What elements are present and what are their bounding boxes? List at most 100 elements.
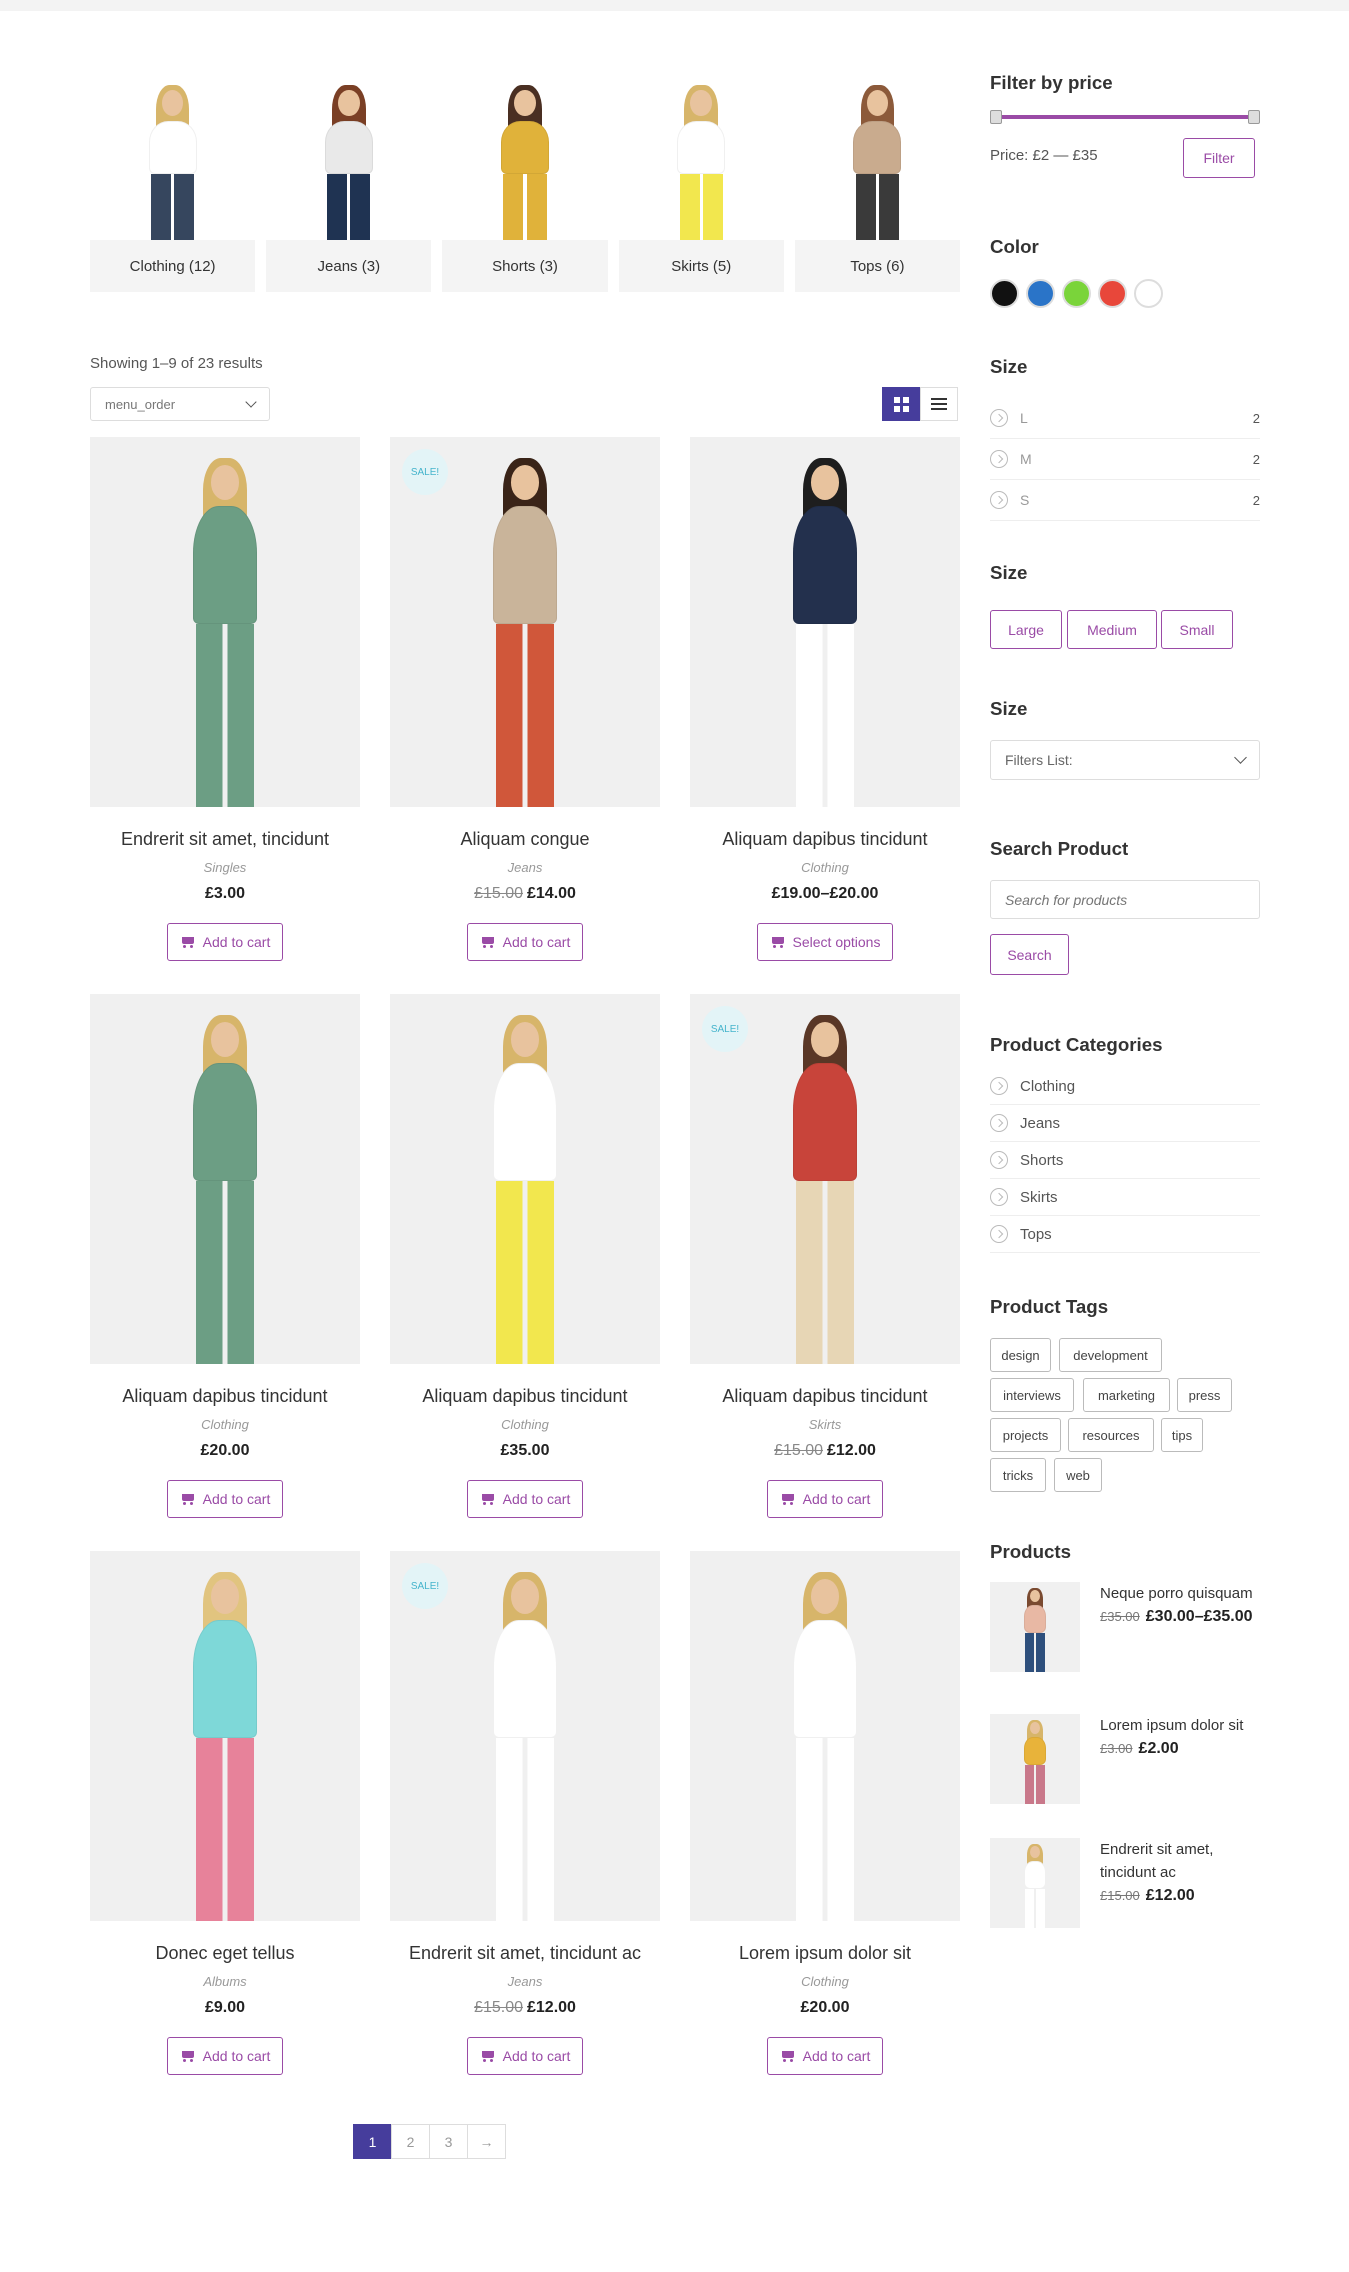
product-title[interactable]: Donec eget tellus [90,1943,360,1964]
old-price: £3.00 [1100,1741,1133,1756]
tag-marketing[interactable]: marketing [1083,1378,1170,1412]
tag-development[interactable]: development [1059,1338,1162,1372]
filter-button[interactable]: Filter [1183,138,1255,178]
grid-icon [893,396,909,412]
product-image[interactable]: SALE! [390,437,660,807]
add-to-cart-button[interactable]: Add to cart [466,1480,584,1518]
page-2-button[interactable]: 2 [391,2124,430,2159]
product-title[interactable]: Endrerit sit amet, tincidunt ac [390,1943,660,1964]
tag-press[interactable]: press [1177,1378,1232,1412]
next-page-button[interactable]: → [467,2124,506,2159]
search-button[interactable]: Search [990,934,1069,975]
tag-tricks[interactable]: tricks [990,1458,1046,1492]
price-slider-min-handle[interactable] [990,110,1002,124]
list-icon [931,395,947,413]
product-card: Donec eget tellus Albums £9.00 Add to cart [90,1551,360,2108]
category-image [794,74,961,240]
product-category-link[interactable]: Shorts [990,1142,1260,1179]
size-button-small[interactable]: Small [1161,610,1233,649]
sidebar-product-title[interactable]: Neque porro quisquam [1100,1582,1260,1605]
product-image[interactable] [90,1551,360,1921]
category-tile-clothing[interactable]: Clothing (12) [90,74,256,292]
add-to-cart-button[interactable]: Add to cart [166,2037,284,2075]
product-title[interactable]: Aliquam dapibus tincidunt [690,1386,960,1407]
size-button-large[interactable]: Large [990,610,1062,649]
sidebar-product-thumb[interactable] [990,1582,1080,1672]
size-filter-item[interactable]: L2 [990,398,1260,439]
add-to-cart-button[interactable]: Add to cart [166,923,284,961]
color-swatch[interactable] [1134,279,1163,308]
page-1-button[interactable]: 1 [353,2124,392,2159]
price-slider[interactable] [990,110,1260,124]
sidebar-product-thumb[interactable] [990,1838,1080,1928]
product-image[interactable] [690,1551,960,1921]
product-category-link[interactable]: Jeans [990,1105,1260,1142]
product-card: SALE! Aliquam congue Jeans £15.00 £14.00 Add … [390,437,660,994]
add-to-cart-button[interactable]: Add to cart [466,923,584,961]
product-category-link[interactable]: Clothing [990,1068,1260,1105]
category-tile-skirts[interactable]: Skirts (5) [618,74,784,292]
sidebar-product-title[interactable]: Lorem ipsum dolor sit [1100,1714,1260,1737]
color-swatches [990,279,1163,308]
size-button-medium[interactable]: Medium [1067,610,1157,649]
tag-interviews[interactable]: interviews [990,1378,1074,1412]
current-price: £19.00–£20.00 [771,885,879,902]
sidebar-product-thumb[interactable] [990,1714,1080,1804]
product-image[interactable] [690,437,960,807]
tag-projects[interactable]: projects [990,1418,1061,1452]
product-title[interactable]: Endrerit sit amet, tincidunt [90,829,360,850]
product-image[interactable] [390,994,660,1364]
select-options-button[interactable]: Select options [756,923,894,961]
category-label: Clothing [1020,1077,1076,1095]
category-tile-jeans[interactable]: Jeans (3) [266,74,432,292]
color-swatch[interactable] [1026,279,1055,308]
price-slider-max-handle[interactable] [1248,110,1260,124]
size-filter-select[interactable]: Filters List: [990,740,1260,780]
add-to-cart-button[interactable]: Add to cart [766,1480,884,1518]
add-to-cart-button[interactable]: Add to cart [466,2037,584,2075]
product-card: SALE! Endrerit sit amet, tincidunt ac Jean… [390,1551,660,2108]
color-swatch[interactable] [1098,279,1127,308]
category-tile-shorts[interactable]: Shorts (3) [442,74,608,292]
product-title[interactable]: Lorem ipsum dolor sit [690,1943,960,1964]
product-image[interactable] [90,994,360,1364]
size-filter-item[interactable]: S2 [990,480,1260,521]
tag-resources[interactable]: resources [1068,1418,1154,1452]
product-title[interactable]: Aliquam congue [390,829,660,850]
product-price: £3.00 [90,885,360,903]
chevron-right-icon [990,1151,1008,1169]
sort-value: menu_order [105,396,176,412]
chevron-down-icon [1234,751,1247,764]
category-tile-tops[interactable]: Tops (6) [794,74,961,292]
product-price: £15.00 £12.00 [690,1442,960,1460]
product-title[interactable]: Aliquam dapibus tincidunt [90,1386,360,1407]
grid-view-button[interactable] [882,387,920,421]
product-card: Lorem ipsum dolor sit Clothing £20.00 Add t… [690,1551,960,2108]
chevron-right-icon [990,1077,1008,1095]
color-swatch[interactable] [990,279,1019,308]
product-image[interactable]: SALE! [690,994,960,1364]
size-filter-item[interactable]: M2 [990,439,1260,480]
search-input[interactable] [990,880,1260,919]
tag-design[interactable]: design [990,1338,1051,1372]
product-category-link[interactable]: Skirts [990,1179,1260,1216]
product-tags-title: Product Tags [990,1296,1109,1317]
product-title[interactable]: Aliquam dapibus tincidunt [390,1386,660,1407]
tag-tips[interactable]: tips [1161,1418,1203,1452]
product-image[interactable] [90,437,360,807]
product-price: £20.00 [90,1442,360,1460]
color-swatch[interactable] [1062,279,1091,308]
cart-icon [780,2049,796,2063]
sidebar-product-title[interactable]: Endrerit sit amet, tincidunt ac [1100,1838,1260,1884]
product-image[interactable]: SALE! [390,1551,660,1921]
tag-web[interactable]: web [1054,1458,1102,1492]
product-category-link[interactable]: Tops [990,1216,1260,1253]
add-to-cart-button[interactable]: Add to cart [166,1480,284,1518]
add-to-cart-button[interactable]: Add to cart [766,2037,884,2075]
current-price: £30.00–£35.00 [1145,1608,1253,1625]
list-view-button[interactable] [920,387,958,421]
category-label: Shorts (3) [492,257,558,275]
product-title[interactable]: Aliquam dapibus tincidunt [690,829,960,850]
page-3-button[interactable]: 3 [429,2124,468,2159]
sort-select[interactable]: menu_order [90,387,270,421]
